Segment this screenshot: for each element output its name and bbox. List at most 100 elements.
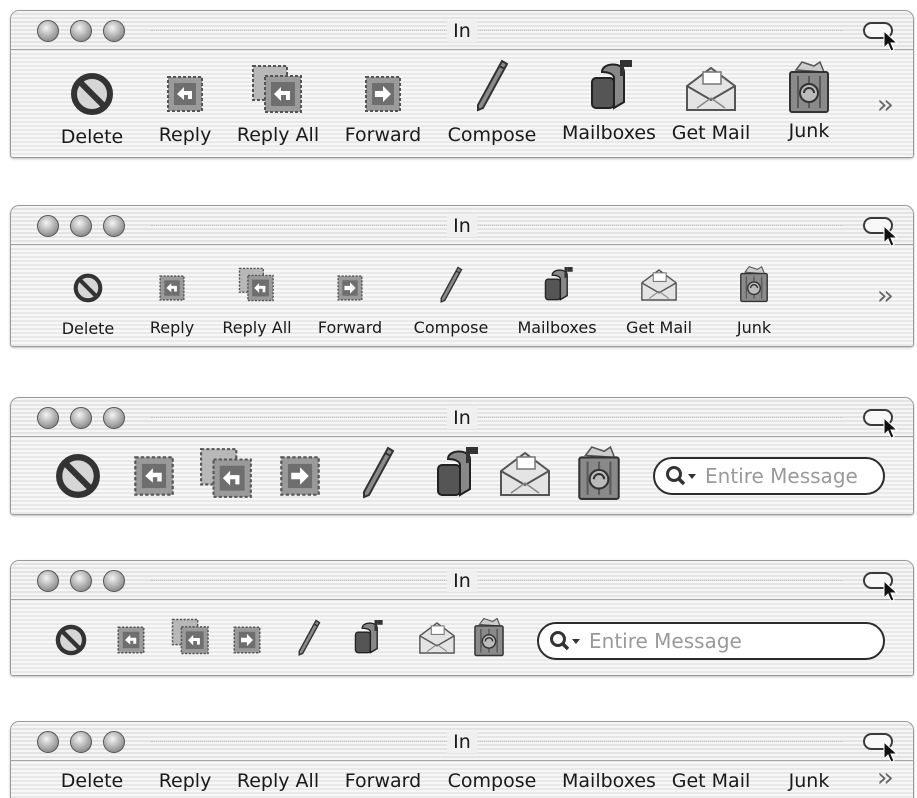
toolbar-item-delete[interactable]: Delete (51, 761, 133, 792)
mailboxes-icon (544, 267, 573, 301)
toolbar-item-get-mail[interactable] (415, 600, 459, 656)
toolbar-label: Forward (317, 318, 383, 337)
toolbar-item-reply-all[interactable] (169, 600, 213, 655)
get-mail-icon (500, 451, 550, 496)
toolbar-label: Reply (158, 770, 212, 792)
toolbar-item-compose[interactable] (353, 437, 403, 501)
toolbar-item-junk[interactable]: Junk (773, 761, 845, 792)
mailboxes-icon (437, 447, 478, 497)
toolbar-item-junk[interactable] (571, 437, 627, 501)
toolbar-item-reply-all[interactable] (195, 437, 259, 499)
pointer-cursor-icon (883, 30, 899, 52)
title-bar[interactable]: In (11, 206, 913, 247)
toolbar-label: Reply (149, 318, 195, 337)
toolbar-label: Mailboxes (517, 318, 597, 337)
toolbar-item-compose[interactable] (291, 600, 327, 658)
junk-icon (474, 617, 504, 657)
toolbar-item-compose[interactable]: Compose (433, 50, 551, 146)
toolbar-label: Mailboxes (562, 122, 656, 144)
forward-icon (233, 626, 261, 654)
toolbar-item-get-mail[interactable]: Get Mail (615, 245, 703, 337)
title-bar[interactable]: In (11, 722, 913, 763)
toolbar-item-forward[interactable]: Forward (307, 245, 393, 337)
toolbar-item-compose[interactable]: Compose (433, 761, 551, 792)
toolbar-item-junk[interactable]: Junk (723, 245, 785, 337)
mail-window-large-icons-only: In Entire Message (10, 397, 914, 515)
overflow-chevron-icon[interactable]: ›› (877, 763, 894, 793)
toolbar-item-mailboxes[interactable]: Mailboxes (505, 245, 609, 337)
toolbar-label: Compose (447, 770, 537, 792)
toolbar: Delete Reply Reply All Forward Compose M… (11, 50, 913, 156)
toolbar-label: Delete (61, 319, 115, 338)
toolbar-item-mailboxes[interactable] (427, 437, 483, 501)
search-icon (666, 466, 696, 486)
toolbar-item-forward[interactable] (229, 600, 265, 655)
pointer-cursor-icon (883, 741, 899, 763)
mail-window-small-icons-text: In Delete Reply Reply All Forward Compos… (10, 205, 914, 347)
pointer-cursor-icon (883, 580, 899, 602)
toolbar-item-delete[interactable]: Delete (51, 50, 133, 148)
search-field[interactable]: Entire Message (537, 622, 885, 660)
toolbar-label: Forward (344, 770, 422, 792)
toolbar-label: Compose (413, 318, 489, 337)
title-bar[interactable]: In (11, 561, 913, 602)
junk-icon (578, 445, 620, 500)
toolbar-item-mailboxes[interactable]: Mailboxes (549, 761, 669, 792)
toolbar-item-compose[interactable]: Compose (401, 245, 501, 337)
toolbar-item-forward[interactable]: Forward (333, 761, 433, 792)
toolbar-item-reply[interactable] (129, 437, 179, 498)
toolbar: Entire Message (11, 437, 913, 513)
forward-icon (280, 456, 320, 496)
toolbar-item-get-mail[interactable]: Get Mail (663, 761, 759, 792)
forward-icon (365, 76, 401, 112)
junk-icon (789, 60, 829, 113)
toolbar-label: Mailboxes (562, 770, 656, 792)
overflow-chevron-icon[interactable]: ›› (877, 90, 894, 120)
toolbar-item-reply-all[interactable]: Reply All (227, 761, 329, 792)
mailboxes-icon (354, 620, 383, 654)
mail-window-text-only: In Delete Reply Reply All Forward Compos… (10, 721, 914, 798)
get-mail-icon (641, 269, 677, 301)
delete-icon (73, 273, 103, 303)
toolbar-label: Junk (788, 120, 830, 142)
toolbar-label: Forward (344, 124, 422, 146)
toolbar-item-delete[interactable] (53, 437, 103, 499)
toolbar-item-reply[interactable]: Reply (139, 245, 205, 337)
toolbar-item-get-mail[interactable]: Get Mail (663, 50, 759, 144)
toolbar-item-get-mail[interactable] (495, 437, 555, 499)
compose-icon (440, 266, 463, 303)
window-title: In (447, 215, 477, 237)
toolbar-item-mailboxes[interactable]: Mailboxes (549, 50, 669, 144)
toolbar: Delete Reply Reply All Forward Compose M… (11, 245, 913, 345)
reply-all-icon (252, 65, 302, 113)
toolbar-label: Delete (60, 126, 124, 148)
toolbar-label: Reply All (236, 124, 320, 146)
toolbar-item-reply[interactable] (113, 600, 149, 655)
reply-all-icon (200, 448, 252, 498)
toolbar-label: Reply All (222, 318, 292, 337)
toolbar-item-reply-all[interactable]: Reply All (211, 245, 303, 337)
toolbar-label: Junk (736, 318, 772, 337)
overflow-chevron-icon[interactable]: ›› (877, 281, 894, 311)
toolbar-item-mailboxes[interactable] (347, 600, 387, 657)
toolbar-label: Reply All (236, 770, 320, 792)
reply-icon (134, 456, 174, 496)
title-bar[interactable]: In (11, 11, 913, 52)
compose-icon (298, 619, 321, 656)
toolbar-item-reply[interactable]: Reply (144, 761, 226, 792)
search-field[interactable]: Entire Message (653, 457, 885, 495)
toolbar-item-delete[interactable]: Delete (55, 245, 121, 338)
toolbar-item-junk[interactable]: Junk (773, 50, 845, 142)
delete-icon (56, 454, 100, 498)
title-bar[interactable]: In (11, 398, 913, 439)
reply-icon (159, 275, 185, 301)
toolbar-item-forward[interactable]: Forward (333, 50, 433, 146)
toolbar-item-delete[interactable] (53, 600, 89, 656)
window-title: In (447, 407, 477, 429)
toolbar-item-reply-all[interactable]: Reply All (227, 50, 329, 146)
toolbar: Delete Reply Reply All Forward Compose M… (11, 761, 913, 797)
toolbar-item-forward[interactable] (275, 437, 325, 498)
toolbar-item-junk[interactable] (469, 600, 509, 657)
toolbar-label: Delete (60, 770, 124, 792)
toolbar-item-reply[interactable]: Reply (144, 50, 226, 146)
